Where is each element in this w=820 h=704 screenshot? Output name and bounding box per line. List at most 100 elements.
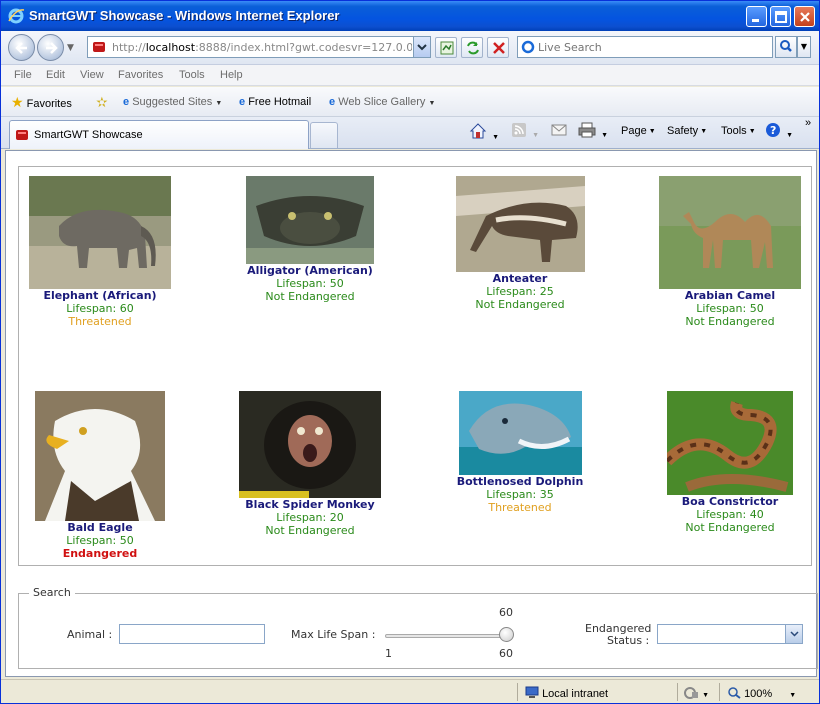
animal-status: Not Endangered <box>265 290 355 303</box>
tab-row: SmartGWT Showcase ▼ ▼ ▼ Page ▼ Safety ▼ To… <box>1 117 819 149</box>
chevron-down-icon: ▼ <box>702 692 709 699</box>
address-toolbar: ▼ http://localhost:8888/index.html?gwt.c… <box>1 31 819 65</box>
address-bar[interactable]: http://localhost:8888/index.html?gwt.cod… <box>87 36 431 58</box>
close-button[interactable] <box>794 6 815 27</box>
animal-lifespan: Lifespan: 50 <box>276 277 344 290</box>
animal-tile[interactable]: Black Spider Monkey Lifespan: 20 Not End… <box>237 391 383 537</box>
security-zone[interactable]: Local intranet <box>525 686 608 700</box>
menu-edit[interactable]: Edit <box>46 69 65 81</box>
protected-mode-icon <box>684 687 698 699</box>
menu-view[interactable]: View <box>80 69 104 81</box>
suggested-sites-link[interactable]: e Suggested Sites ▼ <box>123 96 222 108</box>
back-button[interactable] <box>8 34 35 61</box>
status-bar: Local intranet ▼ 100% ▼ <box>1 679 819 703</box>
add-favorite-star-icon: ✫ <box>96 94 108 110</box>
refresh-icon <box>467 41 479 55</box>
more-commands-chevron[interactable]: » <box>805 117 811 129</box>
animal-tile[interactable]: Alligator (American) Lifespan: 50 Not En… <box>237 176 383 303</box>
forward-button[interactable] <box>37 34 64 61</box>
chevron-down-icon: ▼ <box>492 134 499 141</box>
animal-status: Threatened <box>68 315 132 328</box>
live-search-input[interactable] <box>538 39 768 55</box>
menu-favorites[interactable]: Favorites <box>118 69 163 81</box>
chevron-down-icon: ▼ <box>748 128 756 135</box>
animal-tile[interactable]: Bottlenosed Dolphin Lifespan: 35 Threate… <box>447 391 593 514</box>
zoom-control[interactable]: 100% ▼ <box>727 686 796 700</box>
animal-tile[interactable]: Elephant (African) Lifespan: 60 Threaten… <box>27 176 173 328</box>
slider-max-label: 60 <box>499 647 513 660</box>
back-arrow-icon <box>15 42 27 54</box>
refresh-button[interactable] <box>461 37 483 58</box>
monkey-photo <box>239 391 381 498</box>
ie-page-icon: e <box>239 96 246 108</box>
title-bar: SmartGWT Showcase - Windows Internet Exp… <box>1 1 819 31</box>
read-mail-button[interactable] <box>551 122 567 141</box>
animal-status: Not Endangered <box>265 524 355 537</box>
tab-smartgwt-showcase[interactable]: SmartGWT Showcase <box>9 120 309 149</box>
feeds-button[interactable]: ▼ <box>511 122 539 141</box>
live-search-box[interactable] <box>517 36 773 58</box>
chevron-down-icon: ▼ <box>215 100 223 107</box>
page-menu[interactable]: Page ▼ <box>621 125 656 137</box>
animal-tile[interactable]: Anteater Lifespan: 25 Not Endangered <box>447 176 593 311</box>
slider-value: 60 <box>499 606 513 619</box>
compatibility-icon <box>440 41 454 55</box>
ie-logo-icon <box>8 8 25 24</box>
web-slice-gallery-link[interactable]: e Web Slice Gallery ▼ <box>329 96 435 108</box>
chevron-down-icon <box>790 631 799 637</box>
animal-name: Boa Constrictor <box>681 495 779 508</box>
slider-min-label: 1 <box>385 647 392 660</box>
animal-tile[interactable]: Boa Constrictor Lifespan: 40 Not Endange… <box>657 391 803 534</box>
safety-menu[interactable]: Safety ▼ <box>667 125 707 137</box>
protected-mode-button[interactable]: ▼ <box>683 686 709 700</box>
animal-status: Endangered <box>62 547 138 560</box>
menu-bar: File Edit View Favorites Tools Help <box>1 65 819 86</box>
help-button[interactable]: ? ▼ <box>765 122 793 141</box>
animal-lifespan: Lifespan: 50 <box>66 534 134 547</box>
anteater-photo <box>455 176 585 272</box>
search-form: Search Animal : Max Life Span : 60 1 60 … <box>18 586 818 669</box>
endangered-status-select[interactable] <box>657 624 803 644</box>
help-icon: ? <box>766 123 780 137</box>
menu-tools[interactable]: Tools <box>179 69 205 81</box>
menu-file[interactable]: File <box>14 69 32 81</box>
address-dropdown-button[interactable] <box>413 36 431 58</box>
max-life-span-slider-thumb[interactable] <box>499 627 514 642</box>
free-hotmail-link[interactable]: e Free Hotmail <box>239 96 311 108</box>
animal-tile[interactable]: Bald Eagle Lifespan: 50 Endangered <box>27 391 173 560</box>
zoom-icon <box>728 687 741 699</box>
favorites-button[interactable]: ★ Favorites <box>11 94 72 111</box>
animal-name: Arabian Camel <box>684 289 776 302</box>
add-favorites-button[interactable]: ✫ <box>96 94 108 111</box>
history-dropdown-icon[interactable]: ▼ <box>67 43 74 53</box>
animal-lifespan: Lifespan: 60 <box>66 302 134 315</box>
elephant-photo <box>29 176 171 289</box>
tools-menu[interactable]: Tools ▼ <box>721 125 756 137</box>
animal-field[interactable] <box>119 624 265 644</box>
home-button[interactable]: ▼ <box>469 122 499 143</box>
compatibility-view-button[interactable] <box>435 37 457 58</box>
maximize-button[interactable] <box>770 6 791 27</box>
close-icon <box>800 12 810 22</box>
new-tab-button[interactable] <box>310 122 338 148</box>
animal-tile[interactable]: Arabian Camel Lifespan: 50 Not Endangere… <box>657 176 803 328</box>
select-dropdown-button[interactable] <box>785 625 802 643</box>
endangered-status-label: Status : <box>607 634 650 647</box>
search-go-button[interactable] <box>775 36 797 58</box>
stop-button[interactable] <box>487 37 509 58</box>
print-button[interactable]: ▼ <box>578 122 608 141</box>
chevron-down-icon: ▼ <box>428 100 436 107</box>
animal-label: Animal : <box>67 628 113 641</box>
rss-icon <box>512 123 526 137</box>
max-life-span-slider-track[interactable] <box>385 634 511 638</box>
status-divider <box>517 683 518 701</box>
animal-lifespan: Lifespan: 40 <box>696 508 764 521</box>
search-options-dropdown[interactable]: ▼ <box>797 36 811 58</box>
minimize-button[interactable] <box>746 6 767 27</box>
printer-icon <box>578 122 596 138</box>
menu-help[interactable]: Help <box>220 69 243 81</box>
maximize-icon <box>775 11 787 23</box>
page-content: Elephant (African) Lifespan: 60 Threaten… <box>5 150 818 677</box>
browser-window: SmartGWT Showcase - Windows Internet Exp… <box>0 0 820 704</box>
animal-name: Alligator (American) <box>247 264 373 277</box>
